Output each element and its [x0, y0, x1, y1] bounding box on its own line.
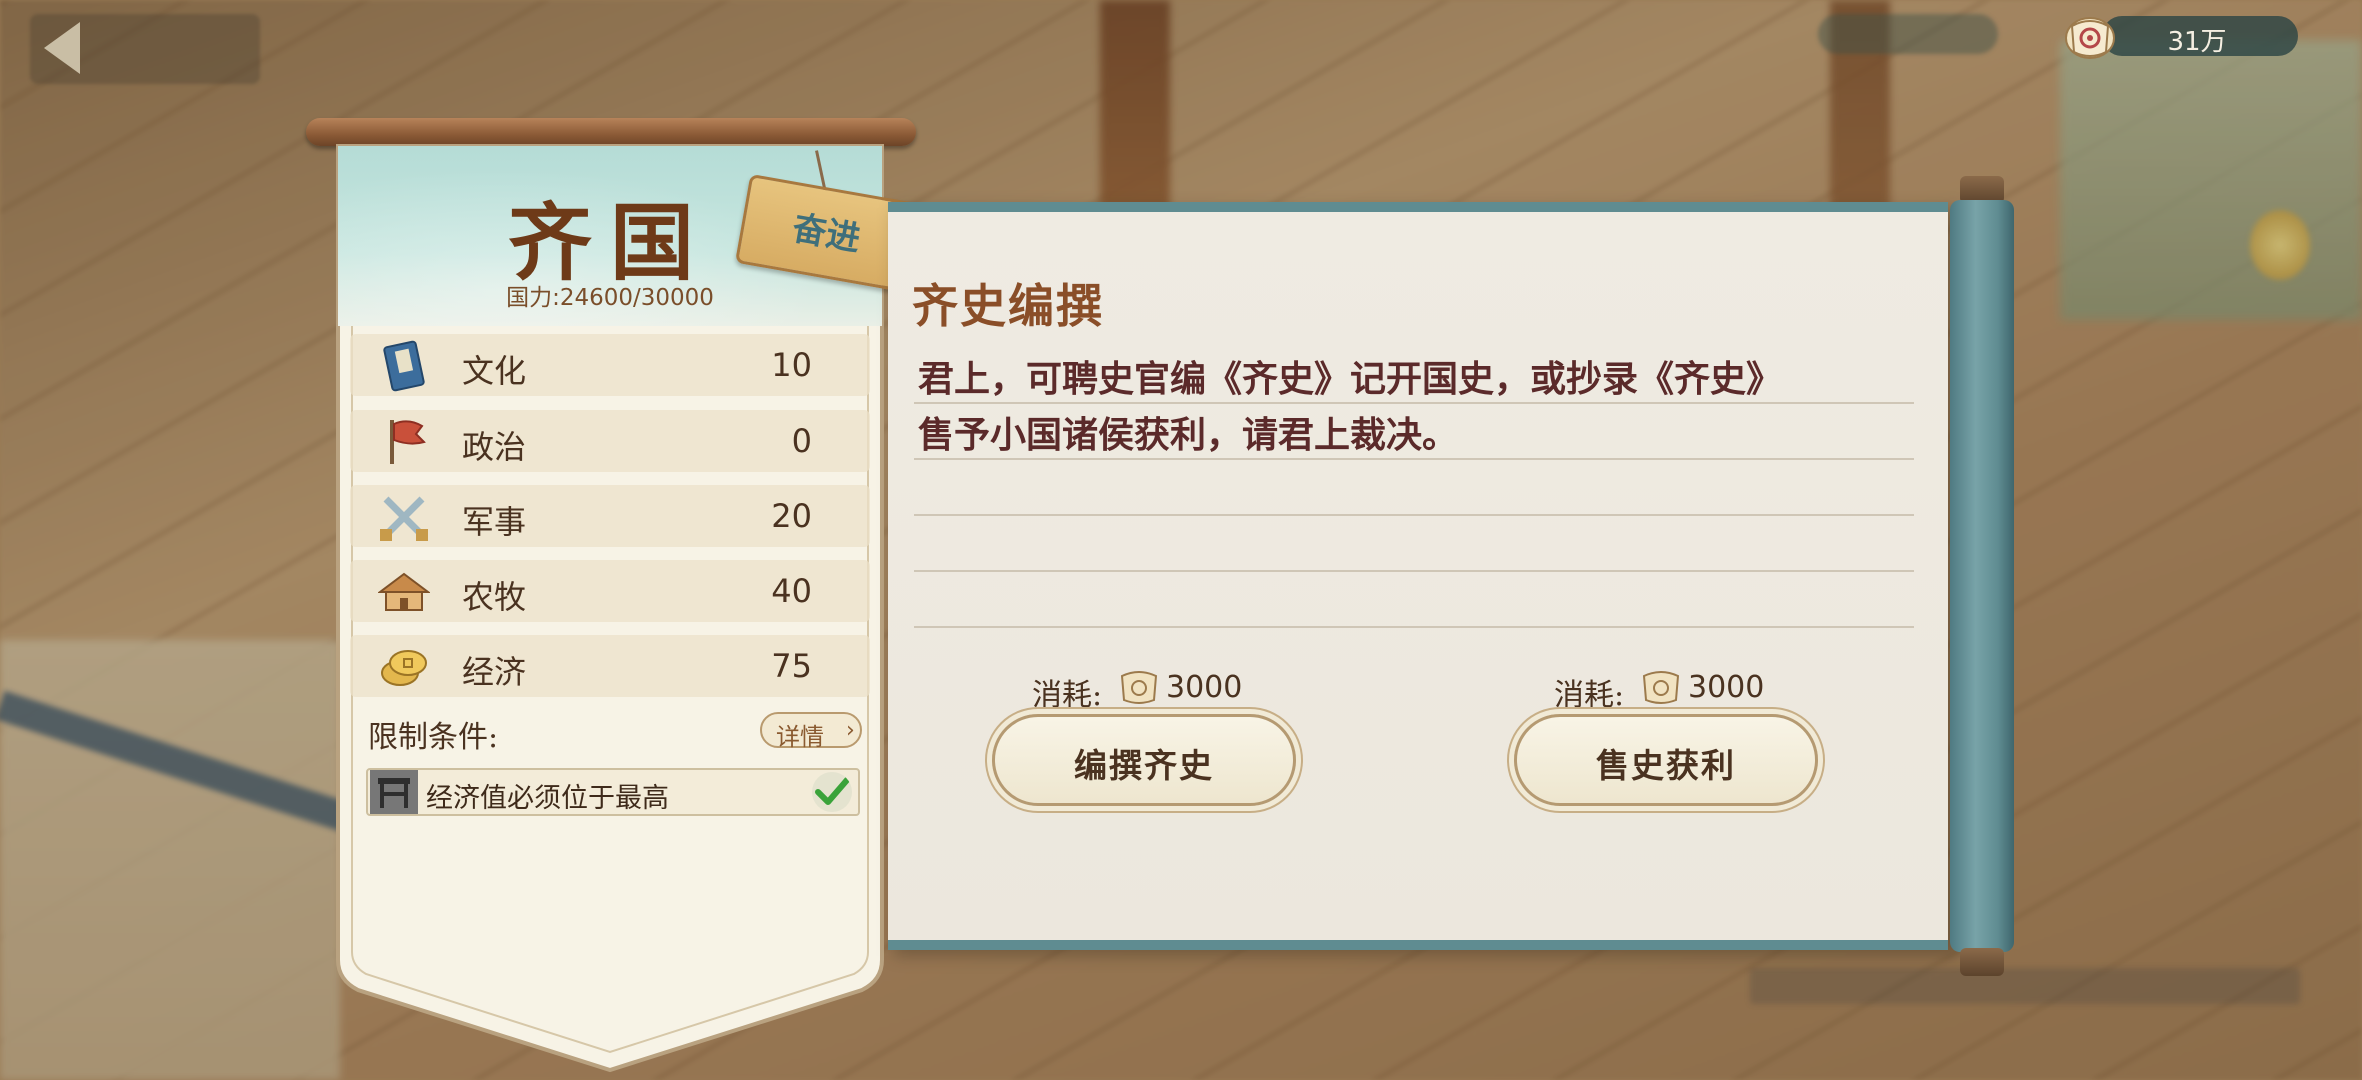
- back-arrow-icon[interactable]: [44, 22, 80, 74]
- detail-button-label: 详情: [776, 723, 824, 751]
- checkmark-icon: [812, 772, 852, 812]
- ruled-line: [914, 626, 1914, 628]
- sell-history-button[interactable]: 售史获利: [1514, 714, 1818, 806]
- stat-label: 经济: [462, 653, 527, 691]
- loom-icon: [370, 770, 418, 814]
- event-text-line: 君上，可聘史官编《齐史》记开国史，或抄录《齐史》: [918, 358, 1783, 400]
- button-label: 售史获利: [1596, 746, 1736, 785]
- roller-body: [1950, 200, 2014, 952]
- scroll-coin-icon: [2065, 17, 2115, 59]
- blurred-top-indicator: [1818, 14, 1998, 54]
- option-cost: 消耗: 3000: [1554, 668, 1794, 713]
- chevron-right-icon: ›: [846, 718, 855, 743]
- currency-amount: 31万: [2167, 27, 2227, 57]
- stat-value: 20: [771, 497, 812, 535]
- stat-value: 0: [791, 422, 812, 460]
- nation-power: 国力:24600/30000: [506, 285, 714, 311]
- nation-banner: 齐国 国力:24600/30000 文化 10 政治 0 军事 20 农牧 40…: [330, 140, 890, 1080]
- restriction-label: 限制条件:: [368, 720, 499, 755]
- roller-cap-bottom: [1960, 948, 2004, 976]
- stat-row-politics: 政治 0: [350, 410, 870, 472]
- cost-value: 3000: [1166, 670, 1243, 705]
- cost-value: 3000: [1688, 670, 1765, 705]
- game-screen: 31万 齐国 国力:24600/30000 文化 10 政治 0 军事 20 农…: [0, 0, 2362, 1080]
- stat-row-culture: 文化 10: [350, 334, 870, 396]
- ruled-line: [914, 458, 1914, 460]
- flag-icon: [390, 420, 426, 464]
- button-label: 编撰齐史: [1074, 746, 1214, 785]
- coins-icon: [381, 650, 427, 686]
- stat-row-military: 军事 20: [350, 485, 870, 547]
- event-text-line: 售予小国诸侯获利，请君上裁决。: [918, 414, 1459, 456]
- scroll-coin-icon: [1642, 671, 1680, 704]
- blurred-hint-text: [1750, 968, 2300, 1004]
- stat-label: 农牧: [462, 578, 527, 616]
- farmhouse-icon: [378, 572, 430, 611]
- detail-button[interactable]: 详情 ›: [760, 712, 862, 751]
- currency-display: 31万: [2062, 12, 2302, 59]
- cost-label: 消耗:: [1554, 678, 1625, 713]
- compile-history-button[interactable]: 编撰齐史: [992, 714, 1296, 806]
- ruled-line: [914, 570, 1914, 572]
- stat-value: 10: [771, 346, 812, 384]
- stat-row-economy: 经济 75: [350, 635, 870, 697]
- stat-label: 政治: [462, 428, 527, 466]
- book-icon: [383, 340, 425, 392]
- ruled-line: [914, 402, 1914, 404]
- event-title: 齐史编撰: [912, 279, 1104, 333]
- condition-text: 经济值必须位于最高: [426, 783, 669, 814]
- stat-label: 文化: [462, 352, 527, 390]
- stat-value: 40: [771, 572, 812, 610]
- stat-row-agriculture: 农牧 40: [350, 560, 870, 622]
- cost-label: 消耗:: [1032, 678, 1103, 713]
- ruled-line: [914, 514, 1914, 516]
- stat-label: 军事: [462, 503, 527, 541]
- condition-row: 经济值必须位于最高: [366, 768, 860, 816]
- scroll-coin-icon: [1120, 671, 1158, 704]
- option-cost: 消耗: 3000: [1032, 668, 1272, 713]
- scroll-roller: [1946, 176, 2018, 976]
- crossed-swords-icon: [380, 496, 428, 541]
- stat-value: 75: [771, 647, 812, 685]
